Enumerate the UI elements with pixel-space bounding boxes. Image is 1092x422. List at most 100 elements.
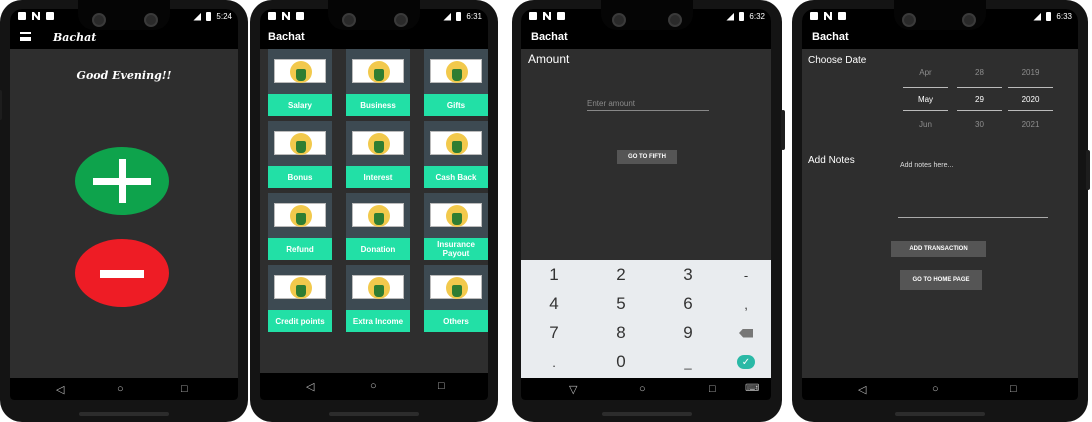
amount-label: Amount <box>528 52 570 66</box>
n-notification-icon <box>282 12 290 20</box>
category-image <box>430 131 482 155</box>
front-camera <box>902 13 916 27</box>
category-tile[interactable]: Extra Income <box>346 265 410 332</box>
category-tile[interactable]: Bonus <box>268 121 332 188</box>
key-7[interactable]: 7 <box>526 319 582 347</box>
key-3[interactable]: 3 <box>660 261 716 289</box>
category-label: Gifts <box>424 94 488 116</box>
home-icon[interactable]: ○ <box>117 383 124 395</box>
picker-selected-year: 2020 <box>1008 87 1053 111</box>
home-icon[interactable]: ○ <box>932 383 939 395</box>
collapse-icon[interactable]: ▽ <box>569 383 577 396</box>
n-notification-icon <box>824 12 832 20</box>
home-icon[interactable]: ○ <box>639 383 646 395</box>
category-image <box>274 203 326 227</box>
picker-prev-month: Apr <box>919 68 932 77</box>
category-image <box>274 275 326 299</box>
signal-icon <box>193 12 202 21</box>
key-5[interactable]: 5 <box>593 290 649 318</box>
recents-icon[interactable]: □ <box>181 383 188 395</box>
key-period[interactable]: . <box>526 348 582 376</box>
category-tile[interactable]: Gifts <box>424 49 488 116</box>
front-camera <box>92 13 106 27</box>
phone-categories: 6:31 Bachat Salary Business Gifts Bonus … <box>250 0 498 422</box>
add-transaction-button[interactable]: ADD TRANSACTION <box>891 241 986 257</box>
back-icon[interactable]: ◁ <box>306 380 314 393</box>
picker-prev-day: 28 <box>975 68 984 77</box>
app-notification-icon <box>296 12 304 20</box>
categories-screen: 6:31 Bachat Salary Business Gifts Bonus … <box>260 9 488 400</box>
day-picker[interactable]: 28 29 30 <box>957 59 1002 139</box>
notes-input[interactable] <box>898 160 1048 218</box>
backspace-key[interactable] <box>718 319 771 347</box>
app-notification-icon <box>557 12 565 20</box>
add-expense-button[interactable] <box>75 239 169 307</box>
notification-icon <box>810 12 818 20</box>
done-key[interactable]: ✓ <box>718 348 771 376</box>
recents-icon[interactable]: □ <box>438 380 445 392</box>
hamburger-menu-icon[interactable] <box>20 32 31 41</box>
status-time: 6:33 <box>1056 12 1072 21</box>
key-comma[interactable]: , <box>718 290 771 318</box>
month-picker[interactable]: Apr May Jun <box>903 59 948 139</box>
transaction-screen: 6:33 Bachat Choose Date Apr May Jun 28 2… <box>802 9 1078 400</box>
n-notification-icon <box>543 12 551 20</box>
category-tile[interactable]: Salary <box>268 49 332 116</box>
go-to-home-button[interactable]: GO TO HOME PAGE <box>900 270 982 290</box>
recents-icon[interactable]: □ <box>709 383 716 395</box>
category-tile[interactable]: Insurance Payout <box>424 193 488 260</box>
checkmark-icon: ✓ <box>737 355 755 369</box>
category-tile[interactable]: Credit points <box>268 265 332 332</box>
key-8[interactable]: 8 <box>593 319 649 347</box>
n-notification-icon <box>32 12 40 20</box>
phone-amount: 6:32 Bachat Amount GO TO FIFTH 1 2 3 - 4… <box>512 0 785 422</box>
category-tile[interactable]: Business <box>346 49 410 116</box>
picker-prev-year: 2019 <box>1021 68 1040 77</box>
app-title: Bachat <box>531 31 568 43</box>
category-tile[interactable]: Donation <box>346 193 410 260</box>
key-space[interactable]: _ <box>660 348 716 376</box>
back-icon[interactable]: ◁ <box>56 383 64 396</box>
add-income-button[interactable] <box>75 147 169 215</box>
key-6[interactable]: 6 <box>660 290 716 318</box>
key-9[interactable]: 9 <box>660 319 716 347</box>
key-0[interactable]: 0 <box>593 348 649 376</box>
keyboard-icon[interactable]: ⌨ <box>745 383 759 394</box>
backspace-icon <box>739 328 753 338</box>
battery-icon <box>206 12 212 21</box>
nav-bar: ▽ ○ □ ⌨ <box>521 378 771 400</box>
power-button <box>1086 150 1090 190</box>
add-notes-label: Add Notes <box>808 155 855 166</box>
home-icon[interactable]: ○ <box>370 380 377 392</box>
battery-icon <box>456 12 462 21</box>
recents-icon[interactable]: □ <box>1010 383 1017 395</box>
category-image <box>430 275 482 299</box>
category-tile[interactable]: Others <box>424 265 488 332</box>
category-tile[interactable]: Cash Back <box>424 121 488 188</box>
category-tile[interactable]: Refund <box>268 193 332 260</box>
category-image <box>352 203 404 227</box>
amount-input[interactable] <box>587 97 709 111</box>
key-4[interactable]: 4 <box>526 290 582 318</box>
category-label: Interest <box>346 166 410 188</box>
year-picker[interactable]: 2019 2020 2021 <box>1008 59 1053 139</box>
go-to-fifth-button[interactable]: GO TO FIFTH <box>617 150 677 164</box>
category-image <box>352 275 404 299</box>
category-tile[interactable]: Interest <box>346 121 410 188</box>
front-sensor <box>144 13 158 27</box>
numeric-keypad: 1 2 3 - 4 5 6 , 7 8 9 . 0 _ ✓ <box>521 260 771 378</box>
key-1[interactable]: 1 <box>526 261 582 289</box>
key-minus[interactable]: - <box>718 261 771 289</box>
front-sensor <box>394 13 408 27</box>
category-image <box>274 59 326 83</box>
picker-selected-month: May <box>903 87 948 111</box>
key-2[interactable]: 2 <box>593 261 649 289</box>
category-label: Credit points <box>268 310 332 332</box>
category-label: Business <box>346 94 410 116</box>
nav-bar: ◁ ○ □ <box>260 373 488 400</box>
category-label: Donation <box>346 238 410 260</box>
back-icon[interactable]: ◁ <box>858 383 866 396</box>
choose-date-label: Choose Date <box>808 55 867 66</box>
signal-icon <box>443 12 452 21</box>
picker-next-year: 2021 <box>1021 120 1040 129</box>
